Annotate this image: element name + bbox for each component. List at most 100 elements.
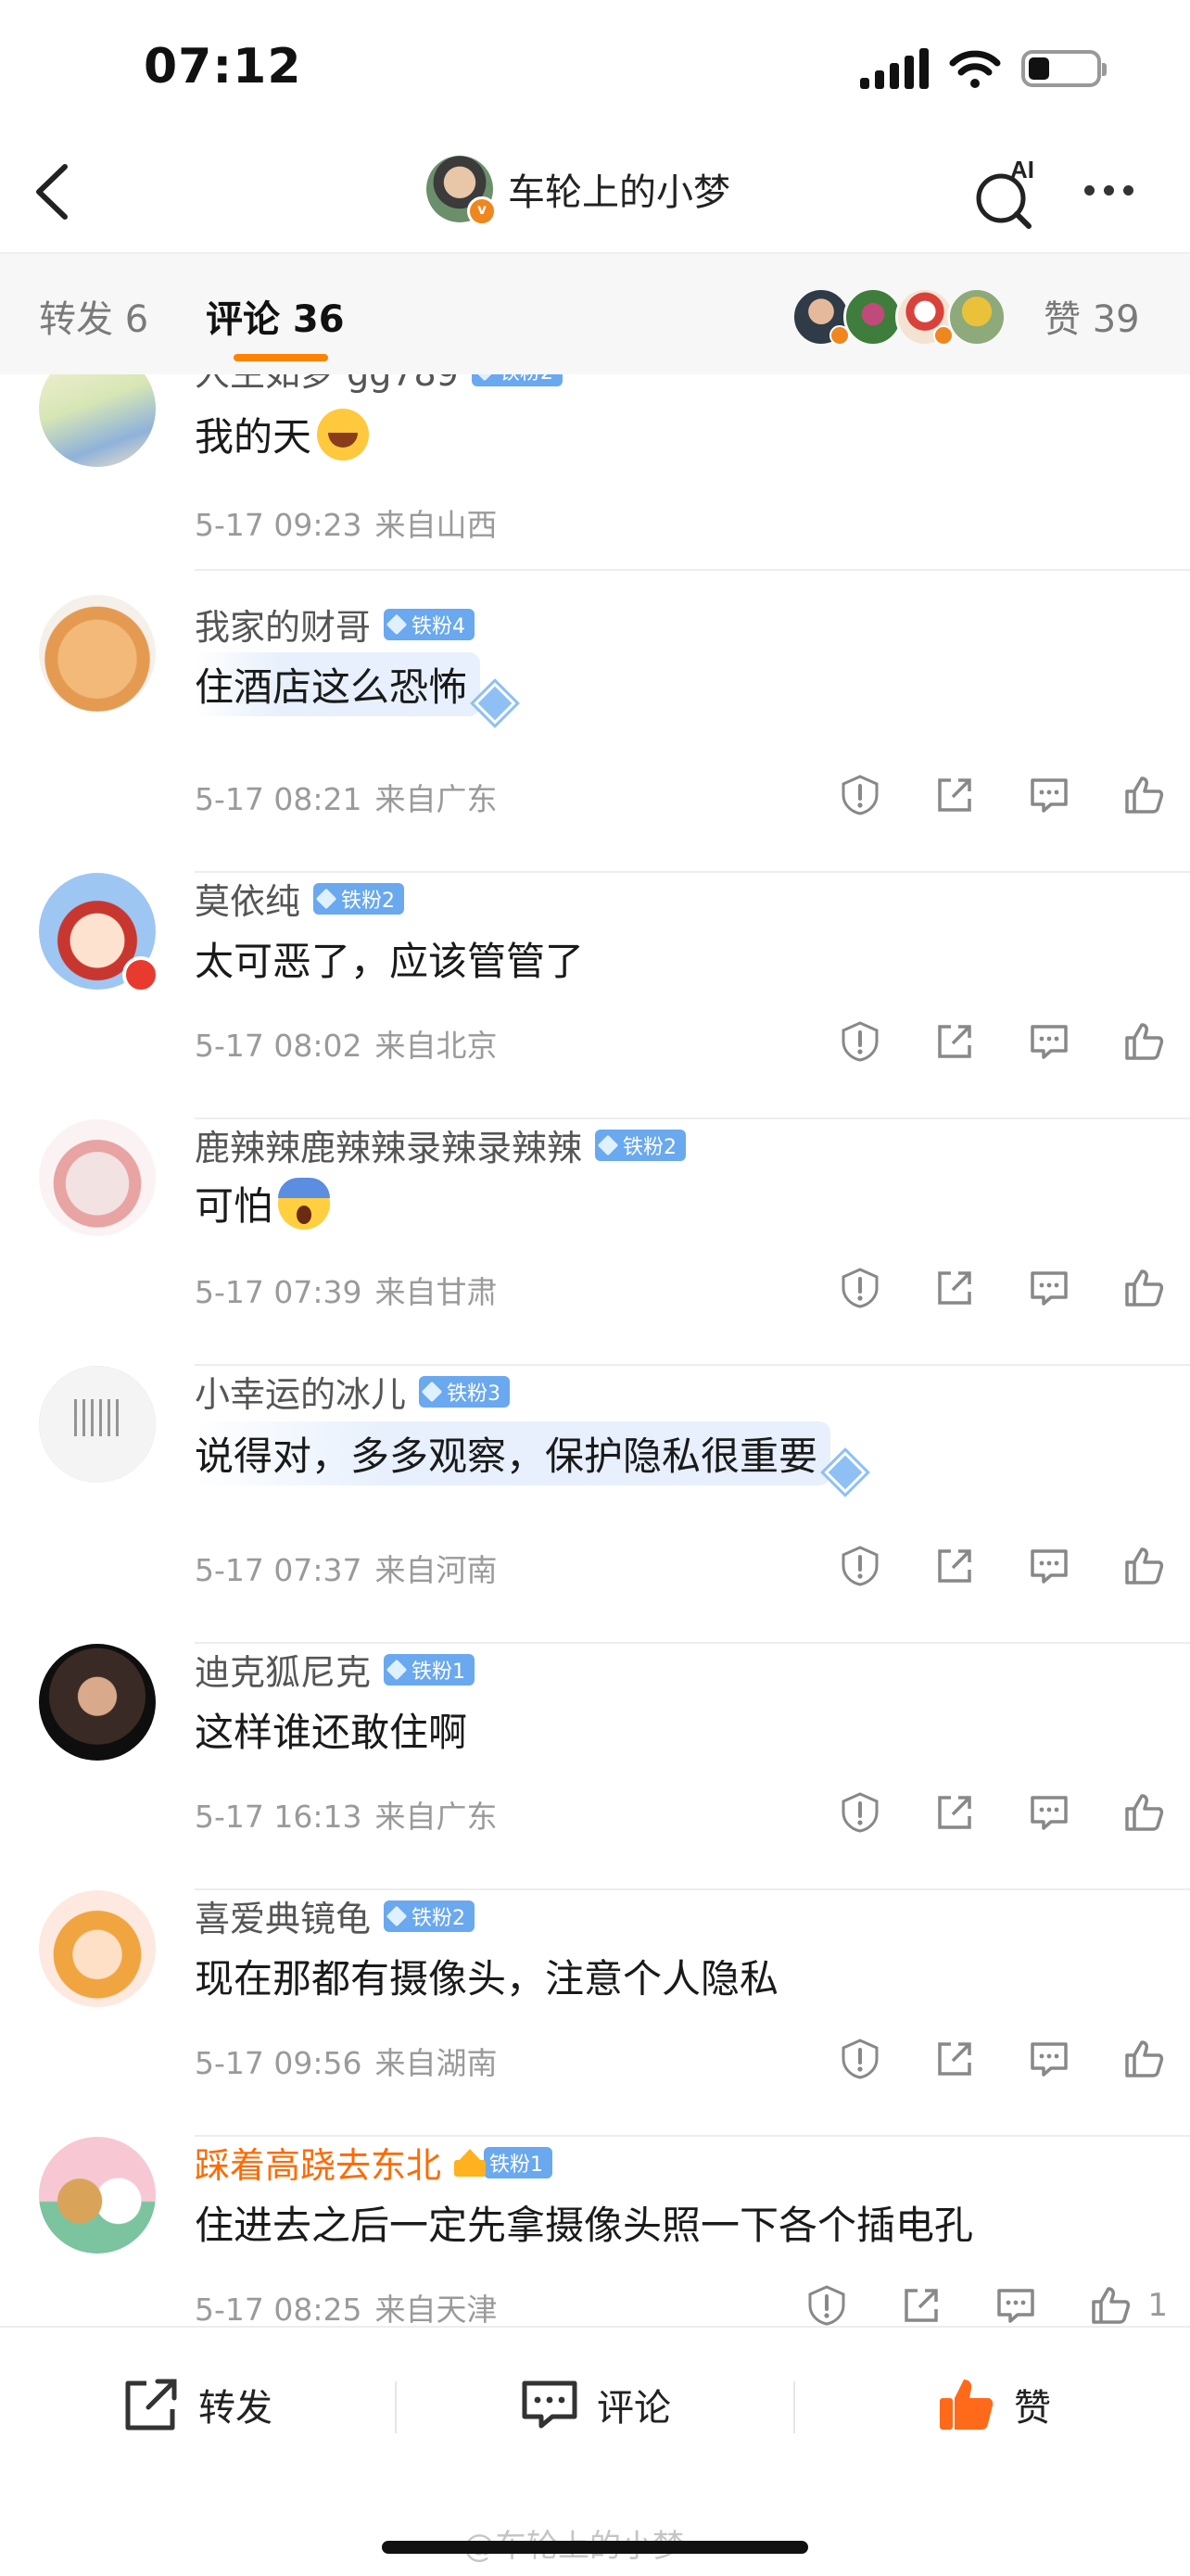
reply-button[interactable] [1025, 2035, 1073, 2083]
report-button[interactable] [836, 1542, 884, 1590]
comment-location: 来自北京 [374, 1028, 498, 1064]
commenter-avatar[interactable] [39, 1366, 156, 1483]
commenter-name[interactable]: 人生如梦 gg789 铁粉2 [195, 374, 563, 396]
nav-author[interactable]: v 车轮上的小梦 [426, 156, 730, 226]
tab-repost[interactable]: 转发 6 [39, 289, 148, 343]
comment-date: 5-17 16:13 [195, 1799, 362, 1835]
reply-button[interactable] [1025, 1542, 1073, 1590]
share-button[interactable] [930, 1788, 979, 1837]
like-button[interactable] [1120, 1542, 1168, 1590]
laughing-crying-emoji-icon [317, 408, 370, 461]
like-button[interactable] [1120, 771, 1168, 819]
reply-button[interactable] [1025, 1264, 1073, 1312]
report-icon [808, 2285, 845, 2326]
comment-actions [836, 1542, 1168, 1590]
comment-text: 可怕 [195, 1175, 331, 1231]
report-button[interactable] [836, 1264, 884, 1312]
report-button[interactable] [836, 771, 884, 819]
comment-text: 太可恶了，应该管管了 [195, 930, 584, 987]
commenter-name[interactable]: 小幸运的冰儿 铁粉3 [195, 1366, 511, 1417]
comment-text: 说得对，多多观察，保护隐私很重要 [195, 1421, 862, 1485]
like-button[interactable] [1120, 2035, 1168, 2083]
commenter-avatar[interactable] [39, 1890, 156, 2007]
commenter-name[interactable]: 鹿辣辣鹿辣辣录辣录辣辣 铁粉2 [195, 1119, 687, 1170]
commenter-name[interactable]: 我家的财哥 铁粉4 [195, 599, 475, 650]
comment-date: 5-17 07:39 [195, 1274, 362, 1310]
commenter-name[interactable]: 踩着高跷去东北 铁粉1 [195, 2137, 553, 2188]
report-button[interactable] [836, 1017, 884, 1066]
commenter-avatar[interactable] [39, 374, 156, 467]
fan-badge: 铁粉1 [484, 2146, 553, 2178]
thumbs-up-icon [1125, 1794, 1164, 1831]
comment-bubble-icon [1031, 778, 1068, 813]
reply-button[interactable] [992, 2281, 1040, 2326]
share-icon [938, 1271, 971, 1305]
commenter-name[interactable]: 莫依纯 铁粉2 [195, 873, 405, 924]
tab-comments[interactable]: 评论 36 [206, 289, 345, 343]
share-button[interactable] [930, 1542, 979, 1590]
commenter-name[interactable]: 喜爱典镜龟 铁粉2 [195, 1890, 475, 1941]
share-button[interactable] [930, 771, 979, 819]
comment-bubble-icon [1031, 1796, 1068, 1830]
commenter-avatar[interactable] [39, 1119, 156, 1236]
comment-text-content: 可怕 [195, 1183, 273, 1229]
like-label: 赞 [1014, 2387, 1051, 2430]
reply-button[interactable] [1025, 771, 1073, 819]
share-button[interactable] [930, 1017, 979, 1066]
back-button[interactable] [26, 159, 82, 224]
thumbs-up-filled-icon [940, 2380, 994, 2430]
comment-text: 住进去之后一定先拿摄像头照一下各个插电孔 [195, 2194, 973, 2251]
diamond-icon [386, 613, 408, 635]
report-button[interactable] [836, 2035, 884, 2083]
share-button[interactable] [897, 2281, 945, 2326]
like-button[interactable] [1120, 1017, 1168, 1066]
comment-location: 来自湖南 [374, 2045, 498, 2081]
like-button[interactable] [1120, 1264, 1168, 1312]
wifi-icon [949, 50, 1001, 88]
share-icon [938, 778, 971, 812]
fan-badge: 铁粉1 [384, 1653, 475, 1686]
comment-actions [836, 2035, 1168, 2083]
ai-search-button[interactable]: AI [973, 156, 1047, 230]
report-icon [842, 1792, 879, 1833]
comment-bubble-icon [997, 2289, 1035, 2323]
report-button[interactable] [803, 2281, 851, 2326]
fan-badge: 铁粉2 [313, 882, 405, 915]
tab-likes[interactable]: 赞 39 [1044, 289, 1140, 343]
fan-badge: 铁粉2 [384, 1900, 475, 1932]
status-icons [860, 48, 1107, 89]
comment-button[interactable]: 评论 [519, 2374, 671, 2435]
commenter-avatar[interactable] [39, 2137, 156, 2254]
commenter-avatar[interactable] [39, 1644, 156, 1761]
commenter-avatar[interactable] [39, 595, 156, 712]
comment-meta: 5-17 07:37 来自河南 [195, 1546, 498, 1590]
like-button[interactable] [1120, 1788, 1168, 1837]
thumbs-up-icon [1125, 2040, 1164, 2077]
reply-button[interactable] [1025, 1017, 1073, 1066]
repost-button[interactable]: 转发 [120, 2374, 272, 2435]
comment-date: 5-17 07:37 [195, 1552, 362, 1588]
like-post-button[interactable]: 赞 [936, 2374, 1051, 2435]
liker-avatar [947, 287, 1006, 347]
share-button[interactable] [930, 2035, 979, 2083]
comment-text-content: 说得对，多多观察，保护隐私很重要 [195, 1421, 831, 1485]
report-button[interactable] [836, 1788, 884, 1837]
comment-date: 5-17 08:25 [195, 2292, 362, 2326]
liker-avatar [895, 287, 955, 347]
like-button[interactable] [1086, 2281, 1134, 2326]
commenter-name[interactable]: 迪克狐尼克 铁粉1 [195, 1644, 475, 1695]
fan-badge: 铁粉2 [595, 1129, 687, 1161]
thumbs-up-icon [1092, 2287, 1131, 2324]
comment-meta: 5-17 08:21 来自广东 [195, 775, 498, 819]
report-icon [842, 1546, 879, 1586]
fan-badge: 铁粉2 [471, 374, 563, 386]
liker-avatars[interactable] [791, 287, 1006, 347]
share-button[interactable] [930, 1264, 979, 1312]
comment-bubble-icon [1031, 2042, 1068, 2077]
comment-location: 来自广东 [374, 1799, 498, 1835]
comment-text: 我的天 [195, 406, 370, 462]
author-avatar[interactable]: v [426, 156, 497, 226]
like-count: 1 [1147, 2287, 1168, 2324]
reply-button[interactable] [1025, 1788, 1073, 1837]
more-button[interactable] [1084, 185, 1133, 196]
